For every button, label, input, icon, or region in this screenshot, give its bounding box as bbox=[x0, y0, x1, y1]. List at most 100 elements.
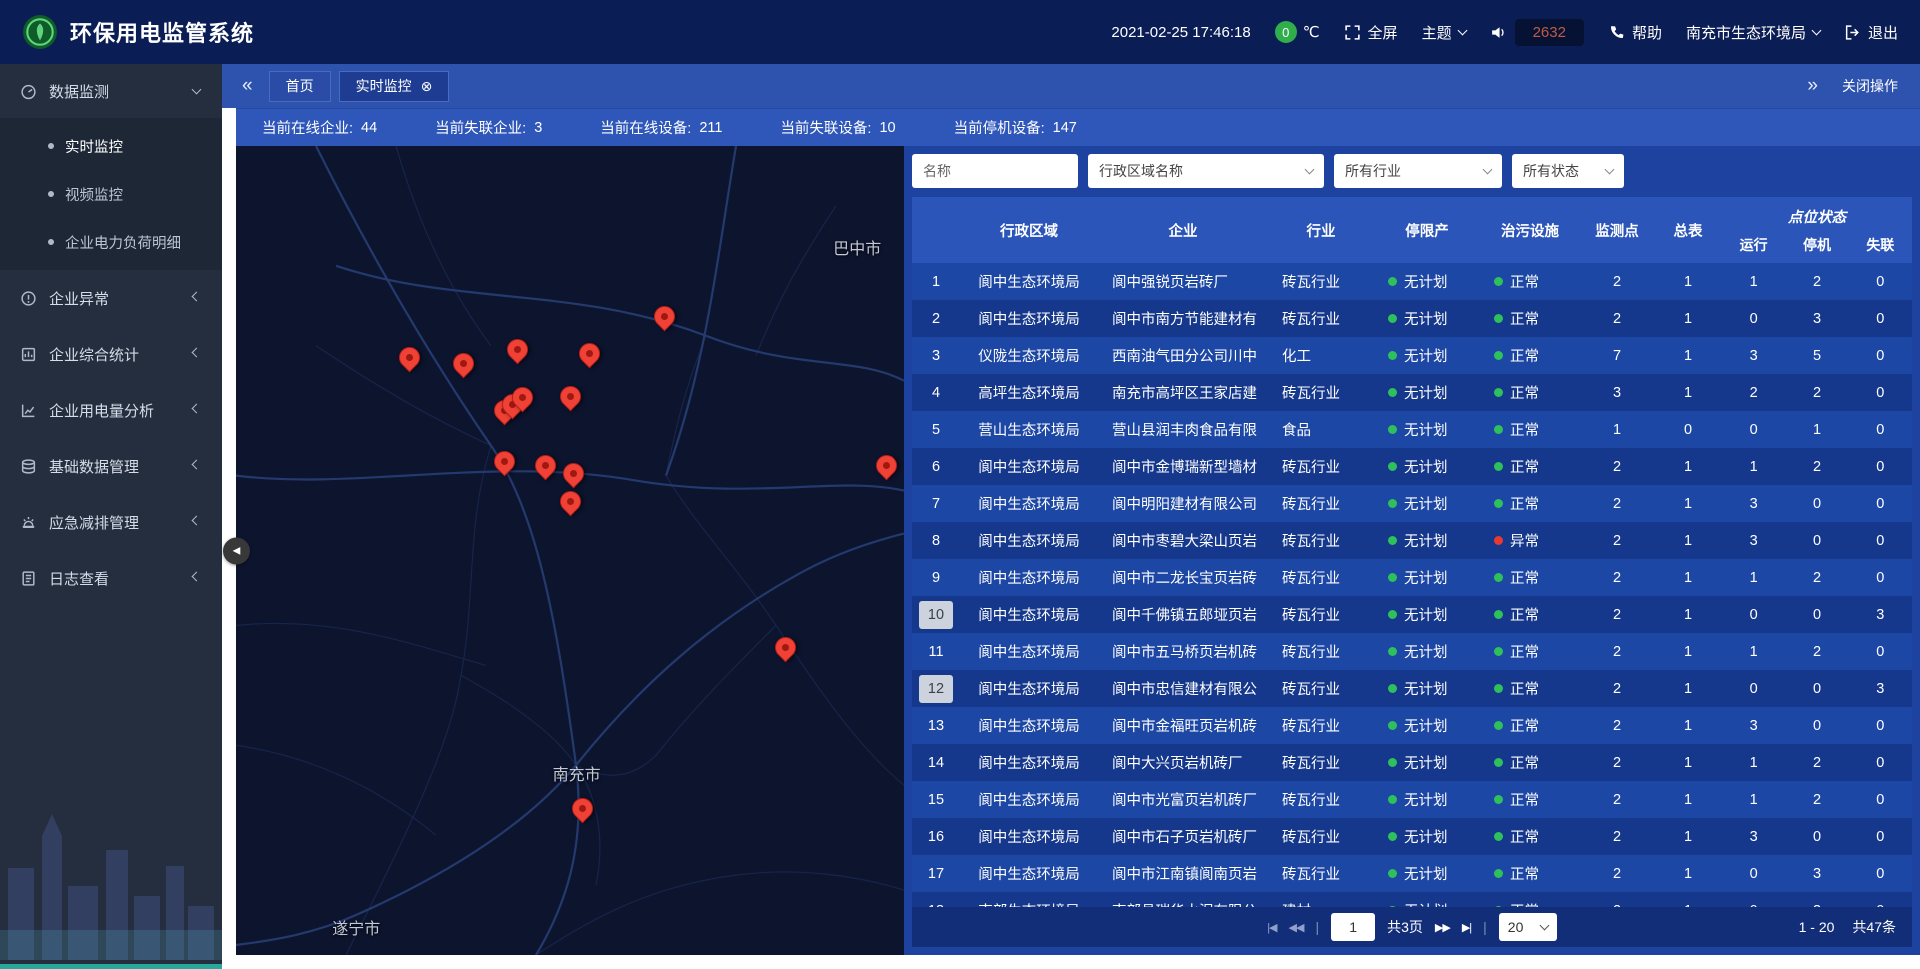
scroll-tabs-right-button[interactable]: » bbox=[1799, 75, 1826, 97]
app-logo-icon bbox=[22, 14, 58, 50]
help-button[interactable]: 帮助 bbox=[1608, 22, 1662, 43]
cell-run-count: 2 bbox=[1722, 385, 1785, 401]
production-status-dot bbox=[1388, 351, 1397, 360]
close-operations-button[interactable]: 关闭操作 bbox=[1842, 76, 1898, 96]
sidebar: 数据监测 实时监控 视频监控 bbox=[0, 64, 222, 969]
sidebar-item-power-analysis[interactable]: 企业用电量分析 bbox=[0, 382, 222, 438]
table-row[interactable]: 9 阆中生态环境局 阆中市二龙长宝页岩砖 砖瓦行业 无计划 bbox=[912, 559, 1912, 596]
name-filter-input[interactable] bbox=[912, 154, 1078, 188]
cell-production-status: 无计划 bbox=[1374, 271, 1480, 292]
table-row[interactable]: 4 高坪生态环境局 南充市高坪区王家店建 砖瓦行业 无计划 bbox=[912, 374, 1912, 411]
sewage-status-dot bbox=[1494, 277, 1503, 286]
row-index: 1 bbox=[919, 268, 953, 296]
sidebar-item-company-abnormal[interactable]: 企业异常 bbox=[0, 270, 222, 326]
map-pin[interactable] bbox=[560, 386, 582, 410]
map-pin[interactable] bbox=[572, 798, 594, 822]
sidebar-subitem[interactable]: 视频监控 bbox=[0, 170, 222, 218]
stat-label: 当前停机设备: bbox=[954, 117, 1045, 138]
cell-monitor-count: 2 bbox=[1580, 459, 1654, 475]
map-pin[interactable] bbox=[453, 353, 475, 377]
prev-page-button[interactable]: ◀◀ bbox=[1289, 921, 1304, 934]
table-row[interactable]: 1 阆中生态环境局 阆中强锐页岩砖厂 砖瓦行业 无计划 bbox=[912, 263, 1912, 300]
cell-industry: 砖瓦行业 bbox=[1268, 678, 1374, 699]
first-page-button[interactable]: |◀ bbox=[1267, 921, 1276, 934]
sewage-status-dot bbox=[1494, 499, 1503, 508]
table-row[interactable]: 18 南部生态环境局 南部县瑞华水泥有限公 建材 无计划 bbox=[912, 892, 1912, 907]
next-page-button[interactable]: ▶▶ bbox=[1435, 921, 1450, 934]
fullscreen-button[interactable]: 全屏 bbox=[1344, 22, 1398, 43]
table-row[interactable]: 2 阆中生态环境局 阆中市南方节能建材有 砖瓦行业 无计划 bbox=[912, 300, 1912, 337]
map-pin[interactable] bbox=[494, 451, 516, 475]
cell-sewage-status: 正常 bbox=[1480, 493, 1580, 514]
header-meter: 总表 bbox=[1654, 197, 1722, 263]
map-pin[interactable] bbox=[399, 347, 421, 371]
cell-run-count: 1 bbox=[1722, 459, 1785, 475]
table-row[interactable]: 12 阆中生态环境局 阆中市忠信建材有限公 砖瓦行业 无计划 bbox=[912, 670, 1912, 707]
map-pin[interactable] bbox=[535, 455, 557, 479]
page-size-select[interactable]: 20 bbox=[1499, 913, 1557, 941]
region-filter-select[interactable]: 行政区域名称 bbox=[1088, 154, 1324, 188]
sidebar-item-data-monitoring[interactable]: 数据监测 bbox=[0, 64, 222, 118]
table-row[interactable]: 6 阆中生态环境局 阆中市金博瑞新型墙材 砖瓦行业 无计划 bbox=[912, 448, 1912, 485]
map-pin[interactable] bbox=[507, 339, 529, 363]
table-row[interactable]: 10 阆中生态环境局 阆中千佛镇五郎垭页岩 砖瓦行业 无计划 bbox=[912, 596, 1912, 633]
sidebar-item-emergency[interactable]: 应急减排管理 bbox=[0, 494, 222, 550]
cell-production-status: 无计划 bbox=[1374, 493, 1480, 514]
production-status-dot bbox=[1388, 573, 1397, 582]
sidebar-item-company-statistics[interactable]: 企业综合统计 bbox=[0, 326, 222, 382]
table-row[interactable]: 16 阆中生态环境局 阆中市石子页岩机砖厂 砖瓦行业 无计划 bbox=[912, 818, 1912, 855]
map-pin[interactable] bbox=[775, 637, 797, 661]
map-pin[interactable] bbox=[563, 463, 585, 487]
theme-dropdown[interactable]: 主题 bbox=[1422, 22, 1466, 43]
table-row[interactable]: 15 阆中生态环境局 阆中市光富页岩机砖厂 砖瓦行业 无计划 bbox=[912, 781, 1912, 818]
close-icon[interactable]: ⊗ bbox=[421, 79, 433, 93]
chevron-left-icon bbox=[192, 403, 202, 413]
org-dropdown[interactable]: 南充市生态环境局 bbox=[1686, 22, 1820, 43]
cell-run-count: 0 bbox=[1722, 681, 1785, 697]
cell-region: 南部生态环境局 bbox=[960, 900, 1098, 907]
logout-button[interactable]: 退出 bbox=[1844, 22, 1898, 43]
cell-production-status: 无计划 bbox=[1374, 345, 1480, 366]
chevron-down-icon bbox=[1605, 164, 1615, 174]
cell-stop-count: 2 bbox=[1785, 792, 1848, 808]
sidebar-subitem[interactable]: 实时监控 bbox=[0, 122, 222, 170]
stat-value: 147 bbox=[1053, 120, 1077, 136]
table-row[interactable]: 8 阆中生态环境局 阆中市枣碧大梁山页岩 砖瓦行业 无计划 bbox=[912, 522, 1912, 559]
cell-sewage-status: 正常 bbox=[1480, 752, 1580, 773]
sidebar-item-logs[interactable]: 日志查看 bbox=[0, 550, 222, 606]
tab-realtime-monitor[interactable]: 实时监控 ⊗ bbox=[339, 71, 450, 102]
map-pin-icon bbox=[649, 302, 679, 332]
map-pin[interactable] bbox=[560, 491, 582, 515]
industry-filter-select[interactable]: 所有行业 bbox=[1334, 154, 1502, 188]
production-status-dot bbox=[1388, 425, 1397, 434]
map-pin[interactable] bbox=[579, 343, 601, 367]
map-pin[interactable] bbox=[512, 387, 534, 411]
table-row[interactable]: 3 仪陇生态环境局 西南油气田分公司川中 化工 无计划 bbox=[912, 337, 1912, 374]
status-filter-select[interactable]: 所有状态 bbox=[1512, 154, 1624, 188]
table-row[interactable]: 17 阆中生态环境局 阆中市江南镇阆南页岩 砖瓦行业 无计划 bbox=[912, 855, 1912, 892]
row-index: 17 bbox=[919, 860, 953, 888]
scroll-tabs-left-button[interactable]: « bbox=[234, 75, 261, 97]
page-input[interactable]: 1 bbox=[1331, 913, 1375, 941]
table-body: 1 阆中生态环境局 阆中强锐页岩砖厂 砖瓦行业 无计划 bbox=[912, 263, 1912, 907]
map[interactable]: 巴中市 南充市 遂宁市 ◀ bbox=[236, 146, 904, 955]
sidebar-subitem[interactable]: 企业电力负荷明细 bbox=[0, 218, 222, 266]
cell-region: 阆中生态环境局 bbox=[960, 678, 1098, 699]
map-pin[interactable] bbox=[654, 306, 676, 330]
table-row[interactable]: 5 营山生态环境局 营山县润丰肉食品有限 食品 无计划 bbox=[912, 411, 1912, 448]
tab-home[interactable]: 首页 bbox=[269, 71, 331, 102]
table-row[interactable]: 7 阆中生态环境局 阆中明阳建材有限公司 砖瓦行业 无计划 bbox=[912, 485, 1912, 522]
stat-label: 当前失联企业: bbox=[435, 117, 526, 138]
table-row[interactable]: 13 阆中生态环境局 阆中市金福旺页岩机砖 砖瓦行业 无计划 bbox=[912, 707, 1912, 744]
last-page-button[interactable]: ▶| bbox=[1462, 921, 1471, 934]
table-row[interactable]: 14 阆中生态环境局 阆中大兴页岩机砖厂 砖瓦行业 无计划 bbox=[912, 744, 1912, 781]
collapse-map-button[interactable]: ◀ bbox=[223, 537, 250, 564]
notification-button[interactable]: 2632 bbox=[1490, 19, 1584, 46]
cell-stop-count: 1 bbox=[1785, 422, 1848, 438]
chevron-left-icon bbox=[192, 515, 202, 525]
map-pin[interactable] bbox=[876, 455, 898, 479]
app-window: 环保用电监管系统 2021-02-25 17:46:18 0 ℃ 全屏 主题 2… bbox=[0, 0, 1920, 969]
sidebar-item-base-data[interactable]: 基础数据管理 bbox=[0, 438, 222, 494]
map-pin-icon bbox=[559, 459, 589, 489]
table-row[interactable]: 11 阆中生态环境局 阆中市五马桥页岩机砖 砖瓦行业 无计划 bbox=[912, 633, 1912, 670]
